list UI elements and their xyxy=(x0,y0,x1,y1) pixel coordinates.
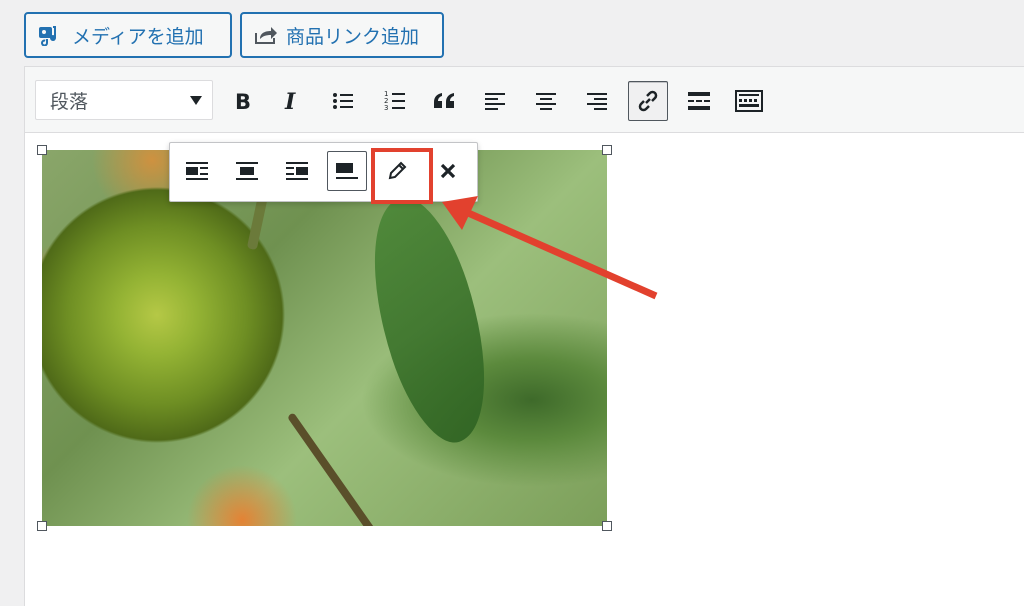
link-button[interactable] xyxy=(628,81,668,121)
resize-handle-bottom-left[interactable] xyxy=(37,521,47,531)
align-center-button[interactable] xyxy=(526,81,566,121)
blockquote-button[interactable] xyxy=(425,81,465,121)
align-center-icon xyxy=(236,162,258,180)
image-align-none-button[interactable] xyxy=(327,151,367,191)
bullet-list-icon xyxy=(333,93,353,109)
image-branch xyxy=(286,412,386,526)
add-product-link-button[interactable]: 商品リンク追加 xyxy=(240,12,444,58)
format-select-value: 段落 xyxy=(50,90,89,113)
chevron-down-icon xyxy=(190,96,202,105)
add-product-link-label: 商品リンク追加 xyxy=(286,26,420,48)
italic-icon: I xyxy=(284,90,296,112)
align-left-icon xyxy=(485,93,505,110)
toolbar-toggle-button[interactable] xyxy=(729,81,769,121)
annotation-arrow-icon xyxy=(442,196,658,300)
share-icon xyxy=(254,25,278,45)
bold-button[interactable]: B xyxy=(222,81,262,121)
align-right-icon xyxy=(286,162,308,180)
align-center-icon xyxy=(536,93,556,110)
remove-icon xyxy=(440,163,456,179)
align-left-icon xyxy=(186,162,208,180)
image-remove-button[interactable] xyxy=(428,151,468,191)
bold-icon: B xyxy=(235,90,251,112)
edit-highlight-box xyxy=(371,148,433,204)
italic-button[interactable]: I xyxy=(271,81,311,121)
editor-toolbar: 段落 B I 1 2 3 xyxy=(25,67,1024,133)
add-media-button[interactable]: メディアを追加 xyxy=(24,12,232,58)
bullet-list-button[interactable] xyxy=(323,81,363,121)
read-more-icon xyxy=(688,92,710,110)
image-align-right-button[interactable] xyxy=(277,151,317,191)
resize-handle-top-right[interactable] xyxy=(602,145,612,155)
numbered-list-button[interactable]: 1 2 3 xyxy=(375,81,415,121)
blockquote-icon xyxy=(434,93,454,108)
resize-handle-bottom-right[interactable] xyxy=(602,521,612,531)
media-icon xyxy=(38,24,64,46)
image-align-center-button[interactable] xyxy=(227,151,267,191)
align-right-icon xyxy=(587,93,607,110)
read-more-button[interactable] xyxy=(679,81,719,121)
toolbar-toggle-icon xyxy=(735,90,763,112)
format-select[interactable]: 段落 xyxy=(35,80,213,120)
svg-text:I: I xyxy=(284,90,296,112)
align-none-icon xyxy=(336,163,358,179)
link-icon xyxy=(638,90,658,112)
numbered-list-icon: 1 2 3 xyxy=(384,90,405,112)
editor-area[interactable]: 段落 B I 1 2 3 xyxy=(24,66,1024,606)
add-media-label: メディアを追加 xyxy=(72,26,204,48)
image-align-left-button[interactable] xyxy=(177,151,217,191)
svg-text:3: 3 xyxy=(384,104,388,112)
resize-handle-top-left[interactable] xyxy=(37,145,47,155)
svg-text:B: B xyxy=(235,90,251,112)
align-left-button[interactable] xyxy=(475,81,515,121)
align-right-button[interactable] xyxy=(577,81,617,121)
